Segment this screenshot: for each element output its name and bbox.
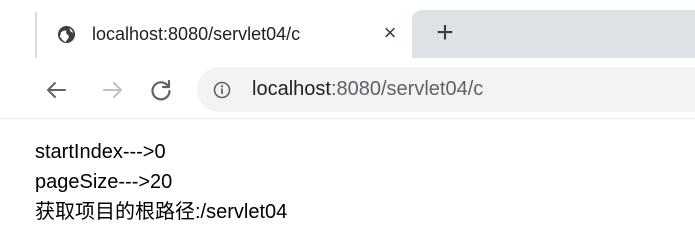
info-icon[interactable] xyxy=(213,81,231,99)
tab-title: localhost:8080/servlet04/c xyxy=(92,24,301,44)
globe-icon xyxy=(57,25,76,44)
address-url[interactable]: localhost:8080/servlet04/c xyxy=(252,76,483,102)
url-path: :8080/servlet04/c xyxy=(330,78,484,100)
reload-icon[interactable] xyxy=(148,77,174,103)
url-host: localhost xyxy=(252,78,331,100)
start-index-line: startIndex--->0 xyxy=(35,141,166,163)
arrow-left-icon[interactable] xyxy=(43,77,69,103)
arrow-right-icon[interactable] xyxy=(100,77,126,103)
tab-close-button[interactable]: × xyxy=(377,20,403,46)
page-size-line: pageSize--->20 xyxy=(35,171,173,193)
page-content: startIndex--->0 pageSize--->20 获取项目的根路径:… xyxy=(35,137,287,227)
context-path-line: 获取项目的根路径:/servlet04 xyxy=(35,201,288,223)
new-tab-button[interactable]: + xyxy=(429,18,461,50)
